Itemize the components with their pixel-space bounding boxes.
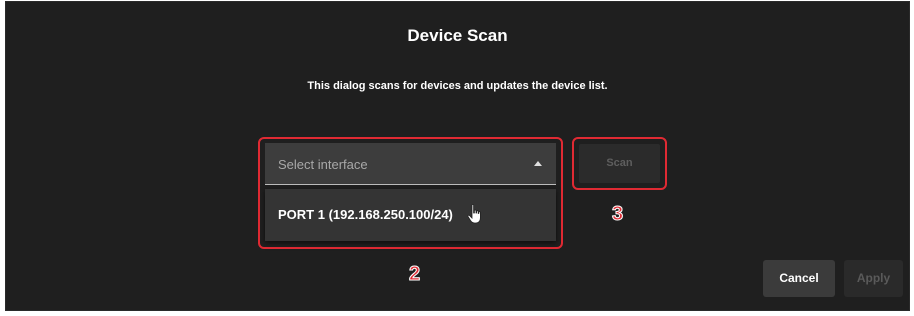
scan-button[interactable]: Scan [579,144,660,183]
caret-up-icon[interactable] [534,161,542,166]
apply-button[interactable]: Apply [844,260,903,297]
callout-number-3: 3 [611,203,624,226]
callout-number-2: 2 [408,263,421,286]
cancel-button[interactable]: Cancel [763,260,835,297]
scan-button-highlight: Scan [572,137,667,190]
interface-select-highlight: Select interface PORT 1 (192.168.250.100… [258,137,563,249]
interface-option-port-1[interactable]: PORT 1 (192.168.250.100/24) [278,207,453,222]
dialog-title: Device Scan [407,26,508,45]
interface-select-placeholder: Select interface [278,157,368,172]
dialog-description: This dialog scans for devices and update… [307,80,608,92]
interface-dropdown-menu: PORT 1 (192.168.250.100/24) [265,189,556,241]
interface-select[interactable]: Select interface [265,143,556,185]
hand-pointer-icon [467,204,481,224]
